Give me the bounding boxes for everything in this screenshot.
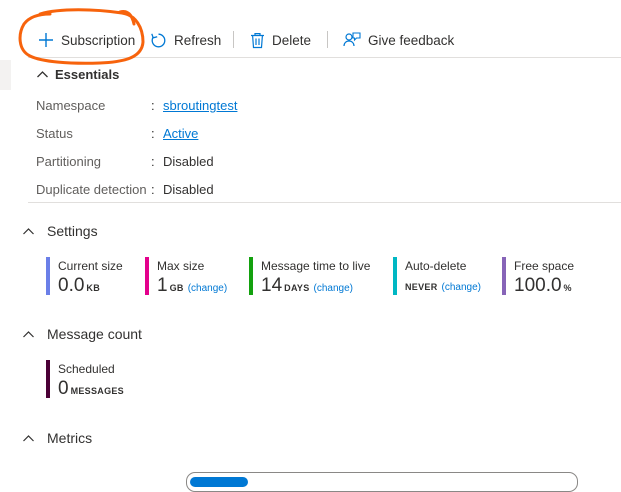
auto-delete-change-link[interactable]: (change) (442, 282, 481, 293)
give-feedback-label: Give feedback (368, 32, 455, 48)
command-bar-divider (28, 57, 621, 58)
delete-label: Delete (272, 32, 312, 48)
chevron-up-icon (23, 434, 34, 441)
message-count-section-toggle[interactable]: Message count (22, 323, 142, 345)
tile-label: Scheduled (58, 362, 115, 376)
essentials-toggle[interactable]: Essentials (36, 64, 119, 84)
settings-section-toggle[interactable]: Settings (22, 220, 98, 242)
metrics-title: Metrics (47, 430, 93, 446)
tile-value: 1 (157, 275, 168, 296)
max-size-change-link[interactable]: (change) (188, 283, 227, 294)
give-feedback-button[interactable]: Give feedback (343, 22, 454, 58)
separator: : (151, 97, 155, 113)
tile-unit: % (563, 283, 572, 293)
toolbar-divider (327, 31, 328, 48)
duplicate-detection-value: Disabled (163, 181, 214, 197)
essentials-label: Partitioning (36, 153, 102, 169)
tile-value: 100.0 (514, 275, 562, 296)
free-space-tile: Free space 100.0% (502, 257, 575, 296)
settings-title: Settings (47, 223, 98, 239)
max-size-tile: Max size 1 GB (change) (145, 257, 227, 296)
essentials-title: Essentials (55, 66, 120, 82)
separator: : (151, 181, 155, 197)
chevron-up-icon (23, 330, 34, 337)
refresh-button[interactable]: Refresh (150, 22, 221, 58)
essentials-row-partitioning: Partitioning : Disabled (36, 151, 214, 171)
ttl-change-link[interactable]: (change) (314, 283, 353, 294)
tile-label: Current size (58, 259, 123, 273)
status-link[interactable]: Active (163, 126, 198, 141)
delete-button[interactable]: Delete (250, 22, 311, 58)
essentials-label: Status (36, 125, 73, 141)
metrics-section-toggle[interactable]: Metrics (22, 427, 92, 449)
toolbar-divider (233, 31, 234, 48)
tile-value: 0 (58, 378, 69, 399)
tile-label: Message time to live (261, 259, 371, 273)
essentials-row-namespace: Namespace : sbroutingtest (36, 95, 237, 115)
tile-unit: NEVER (405, 282, 438, 292)
chevron-up-icon (37, 70, 48, 77)
message-count-title: Message count (47, 326, 142, 342)
scheduled-messages-tile: Scheduled 0 MESSAGES (46, 360, 124, 399)
tile-unit: MESSAGES (70, 386, 124, 396)
essentials-row-duplicate-detection: Duplicate detection : Disabled (36, 179, 214, 199)
add-subscription-button[interactable]: Subscription (38, 22, 135, 58)
tile-value: 0.0 (58, 275, 85, 296)
left-panel-edge (0, 60, 11, 90)
separator: : (151, 153, 155, 169)
tile-unit: DAYS (284, 283, 310, 293)
essentials-row-status: Status : Active (36, 123, 198, 143)
message-ttl-tile: Message time to live 14 DAYS (change) (249, 257, 371, 296)
feedback-icon (343, 31, 361, 46)
command-bar: Subscription Refresh Delete Give feedbac… (0, 22, 621, 58)
delete-icon (251, 32, 264, 48)
refresh-label: Refresh (174, 32, 222, 48)
essentials-label: Duplicate detection (36, 181, 147, 197)
tile-unit: GB (169, 283, 184, 293)
essentials-divider (28, 202, 621, 203)
tile-value: 14 (261, 275, 283, 296)
auto-delete-tile: Auto-delete NEVER (change) (393, 257, 481, 295)
partitioning-value: Disabled (163, 153, 214, 169)
current-size-tile: Current size 0.0 KB (46, 257, 123, 296)
chevron-up-icon (23, 227, 34, 234)
tile-label: Max size (157, 259, 205, 273)
tile-unit: KB (86, 283, 101, 293)
tile-label: Auto-delete (405, 259, 467, 273)
metrics-selected-range[interactable] (190, 477, 248, 487)
tile-label: Free space (514, 259, 575, 273)
refresh-icon (151, 33, 166, 47)
essentials-label: Namespace (36, 97, 106, 113)
separator: : (151, 125, 155, 141)
add-subscription-label: Subscription (61, 32, 136, 48)
plus-icon (39, 33, 53, 47)
namespace-link[interactable]: sbroutingtest (163, 98, 237, 113)
